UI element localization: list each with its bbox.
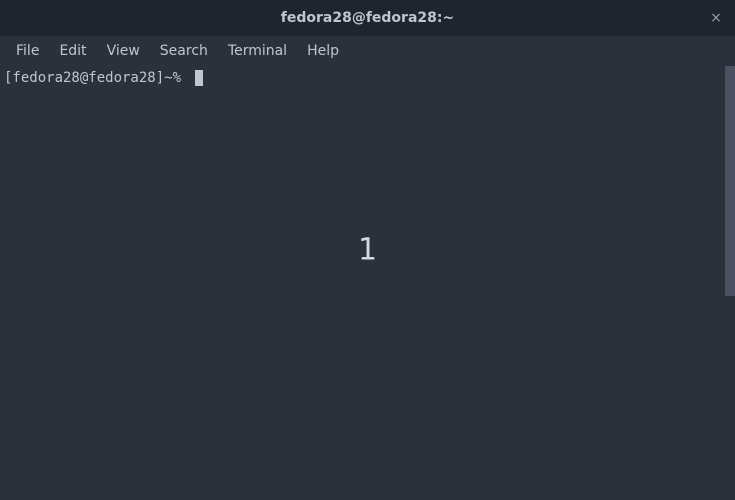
shell-prompt: [fedora28@fedora28]~% bbox=[4, 70, 189, 86]
menu-view[interactable]: View bbox=[97, 39, 150, 63]
menu-search[interactable]: Search bbox=[150, 39, 218, 63]
menu-bar: File Edit View Search Terminal Help bbox=[0, 36, 735, 66]
prompt-line: [fedora28@fedora28]~% bbox=[4, 70, 731, 86]
menu-help[interactable]: Help bbox=[297, 39, 349, 63]
window-title: fedora28@fedora28:~ bbox=[281, 10, 454, 26]
menu-file[interactable]: File bbox=[6, 39, 49, 63]
window-titlebar: fedora28@fedora28:~ × bbox=[0, 0, 735, 36]
menu-terminal[interactable]: Terminal bbox=[218, 39, 297, 63]
vertical-scrollbar[interactable] bbox=[725, 66, 735, 296]
terminal-viewport[interactable]: [fedora28@fedora28]~% bbox=[0, 66, 735, 500]
text-cursor bbox=[195, 70, 203, 86]
close-icon[interactable]: × bbox=[707, 9, 725, 27]
menu-edit[interactable]: Edit bbox=[49, 39, 96, 63]
